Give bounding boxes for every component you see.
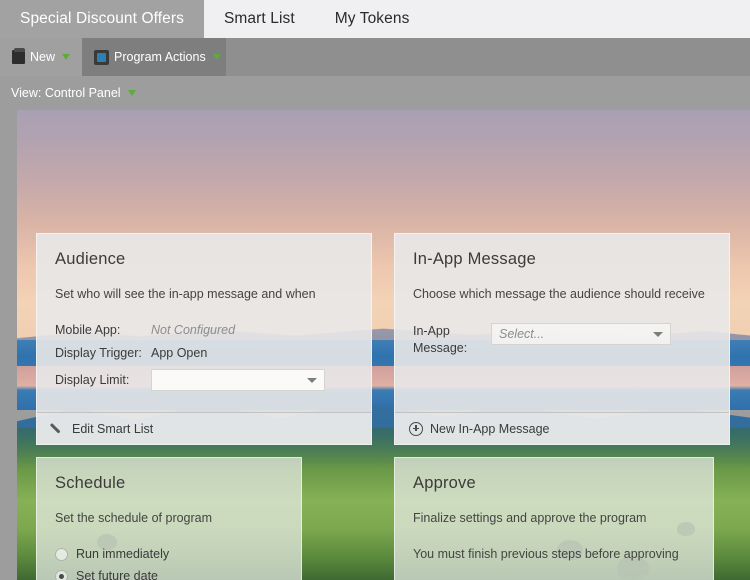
plus-circle-icon xyxy=(409,421,423,436)
chevron-down-icon xyxy=(653,332,663,337)
action-toolbar: New Program Actions xyxy=(0,38,750,76)
field-display-trigger: Display Trigger: App Open xyxy=(55,346,353,360)
panel-in-app-message: In-App Message Choose which message the … xyxy=(394,233,730,445)
radio-set-future-date[interactable]: Set future date xyxy=(55,569,283,580)
panel-in-app-message-title: In-App Message xyxy=(413,250,536,268)
new-button[interactable]: New xyxy=(0,38,82,76)
field-label: In-App Message: xyxy=(413,324,468,355)
panel-approve: Approve Finalize settings and approve th… xyxy=(394,457,714,580)
edit-smart-list-label: Edit Smart List xyxy=(72,421,154,436)
radio-button-selected xyxy=(55,569,68,580)
new-button-label: New xyxy=(30,50,56,64)
tab-label: My Tokens xyxy=(334,10,410,27)
top-tab-bar: Special Discount Offers Smart List My To… xyxy=(0,0,750,38)
in-app-message-select[interactable]: Select... xyxy=(491,323,671,345)
tab-special-discount-offers[interactable]: Special Discount Offers xyxy=(0,0,204,38)
panel-audience: Audience Set who will see the in-app mes… xyxy=(36,233,372,445)
panel-schedule-title: Schedule xyxy=(55,474,126,492)
chevron-down-icon xyxy=(127,90,136,96)
new-document-icon xyxy=(12,48,25,64)
new-in-app-message-link[interactable]: New In-App Message xyxy=(409,421,550,436)
panel-schedule: Schedule Set the schedule of program Run… xyxy=(36,457,302,580)
field-display-limit: Display Limit: xyxy=(55,369,353,391)
panel-audience-description: Set who will see the in-app message and … xyxy=(55,287,316,301)
tab-label: Smart List xyxy=(223,10,295,27)
radio-label: Run immediately xyxy=(76,547,170,561)
radio-run-immediately[interactable]: Run immediately xyxy=(55,547,283,561)
program-actions-icon xyxy=(94,49,109,65)
program-actions-button[interactable]: Program Actions xyxy=(82,38,226,76)
control-panel-canvas: Audience Set who will see the in-app mes… xyxy=(0,110,750,580)
panel-in-app-message-body: In-App Message Choose which message the … xyxy=(395,234,729,412)
panel-audience-body: Audience Set who will see the in-app mes… xyxy=(37,234,371,412)
panel-audience-title: Audience xyxy=(55,250,126,268)
edit-smart-list-link[interactable]: Edit Smart List xyxy=(51,422,153,436)
panel-approve-description: Finalize settings and approve the progra… xyxy=(413,511,647,525)
application-window: Special Discount Offers Smart List My To… xyxy=(0,0,750,580)
panel-approve-body: Approve Finalize settings and approve th… xyxy=(395,458,713,580)
panel-approve-title: Approve xyxy=(413,474,476,492)
panel-in-app-message-footer: New In-App Message xyxy=(395,412,729,444)
tab-my-tokens[interactable]: My Tokens xyxy=(315,0,430,38)
tab-smart-list[interactable]: Smart List xyxy=(204,0,315,38)
chevron-down-icon xyxy=(212,54,221,60)
field-in-app-message: In-App Message: Select... xyxy=(413,323,711,357)
panel-schedule-description: Set the schedule of program xyxy=(55,511,213,525)
field-value: App Open xyxy=(151,346,208,360)
field-label: Display Limit: xyxy=(55,373,130,387)
field-mobile-app: Mobile App: Not Configured xyxy=(55,323,353,337)
chevron-down-icon xyxy=(307,378,317,383)
panel-in-app-message-description: Choose which message the audience should… xyxy=(413,287,705,301)
in-app-message-placeholder: Select... xyxy=(499,327,545,341)
pencil-icon xyxy=(51,422,65,436)
view-selector-label: View: Control Panel xyxy=(11,86,121,100)
display-limit-select[interactable] xyxy=(151,369,325,391)
panel-schedule-body: Schedule Set the schedule of program Run… xyxy=(37,458,301,580)
field-value: Not Configured xyxy=(151,323,236,337)
view-selector-bar[interactable]: View: Control Panel xyxy=(0,76,750,110)
new-in-app-message-label: New In-App Message xyxy=(430,421,550,436)
radio-label: Set future date xyxy=(76,569,159,580)
field-label: Display Trigger: xyxy=(55,346,142,360)
chevron-down-icon xyxy=(62,54,71,60)
panel-approve-note: You must finish previous steps before ap… xyxy=(413,547,679,561)
radio-button xyxy=(55,547,68,561)
tab-label: Special Discount Offers xyxy=(20,10,184,27)
field-label: Mobile App: xyxy=(55,323,121,337)
program-actions-label: Program Actions xyxy=(114,50,206,64)
panel-audience-footer: Edit Smart List xyxy=(37,412,371,444)
